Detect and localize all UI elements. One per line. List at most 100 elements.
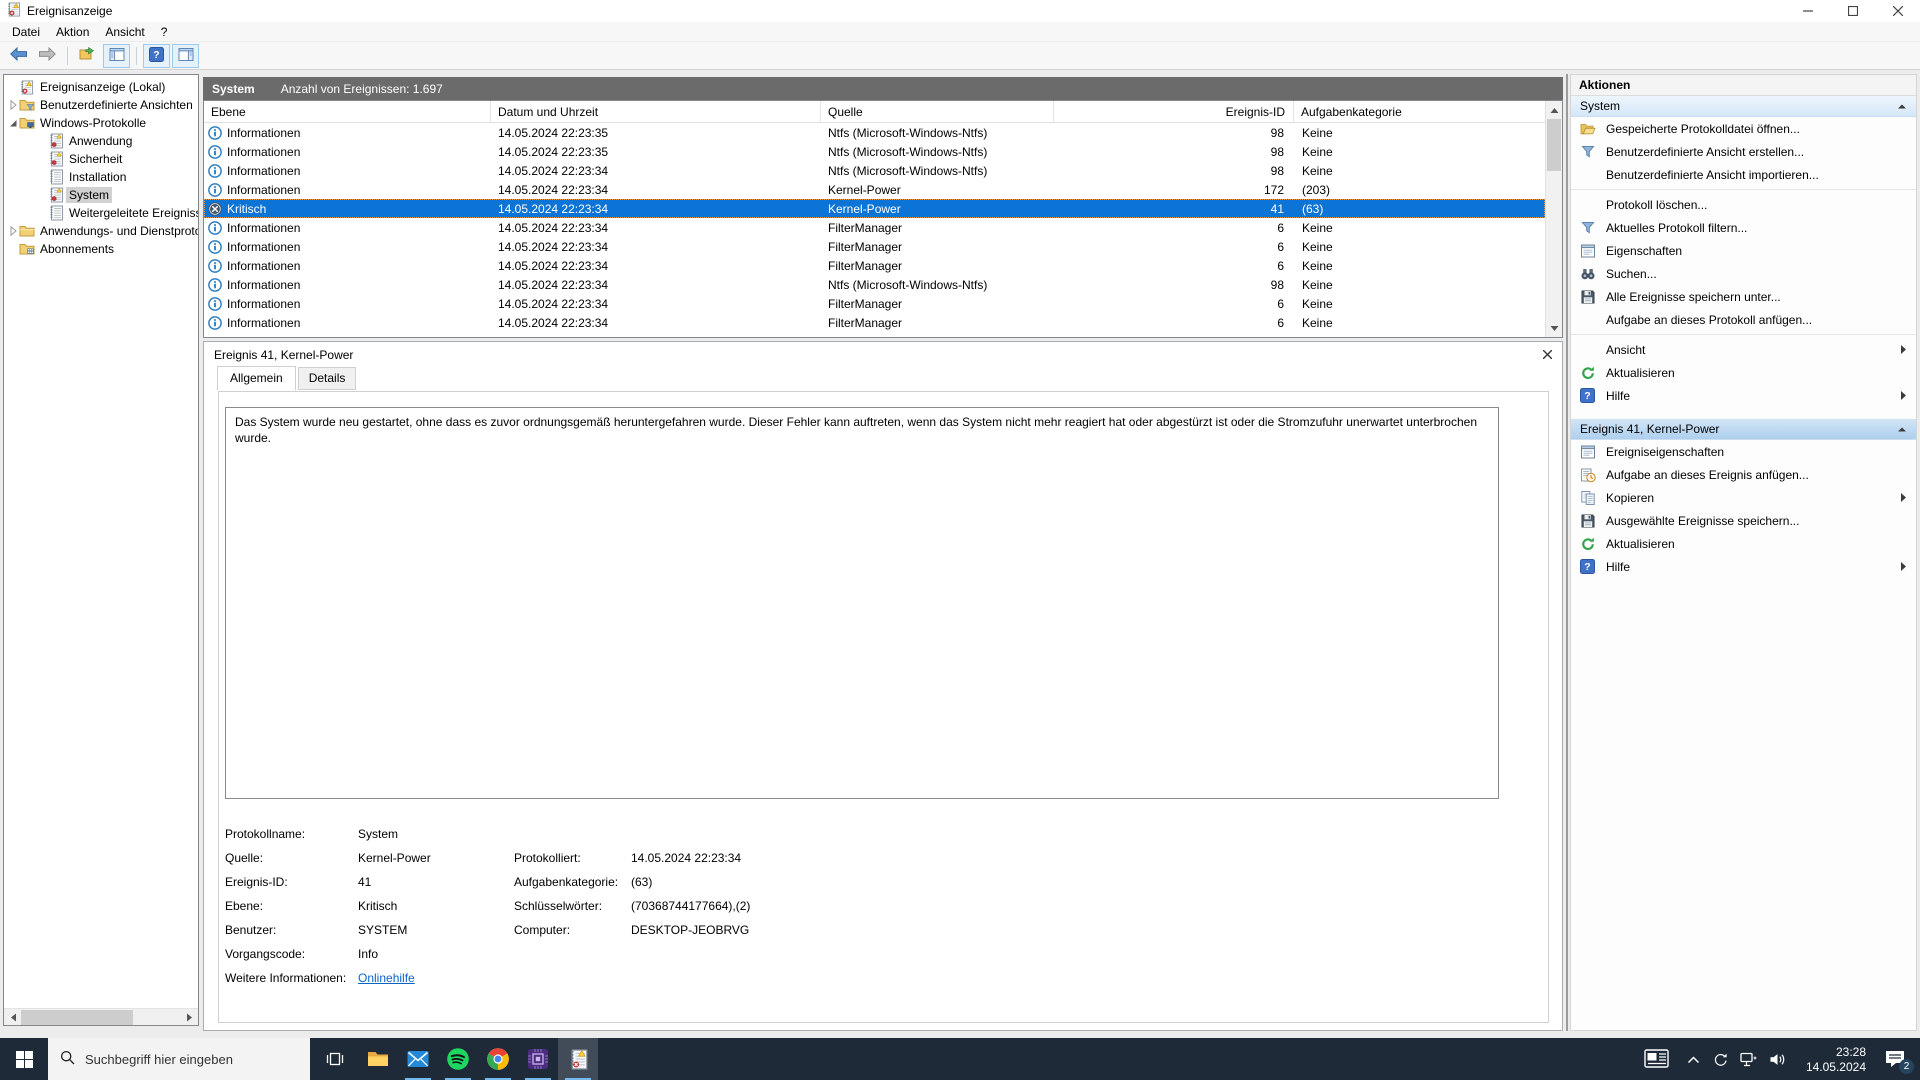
tree-item[interactable]: Sicherheit [6,150,198,168]
menu-ansicht[interactable]: Ansicht [97,22,152,42]
action-item[interactable]: Ereigniseigenschaften [1571,440,1916,463]
table-row[interactable]: Informationen 14.05.2024 22:23:34 FilterMa… [204,218,1545,237]
table-row[interactable]: Informationen 14.05.2024 22:23:34 FilterMa… [204,237,1545,256]
table-row[interactable]: Informationen 14.05.2024 22:23:34 Kernel-P… [204,180,1545,199]
taskbar-app-chrome[interactable] [478,1038,518,1080]
action-item[interactable]: Aufgabe an dieses Protokoll anfügen... [1571,308,1916,331]
table-row[interactable]: Informationen 14.05.2024 22:23:34 FilterMa… [204,256,1545,275]
collapse-arrow-icon[interactable] [1897,425,1907,434]
action-section-header[interactable]: Ereignis 41, Kernel-Power [1571,419,1916,440]
scroll-down-icon[interactable] [1546,320,1562,337]
collapse-arrow-icon[interactable] [1897,102,1907,111]
tree-item[interactable]: Ereignisanzeige (Lokal) [6,78,198,96]
volume-icon[interactable] [1762,1038,1792,1080]
table-row[interactable]: Informationen 14.05.2024 22:23:35 Ntfs (Mi… [204,142,1545,161]
event-id-cell: 98 [1270,277,1284,292]
chevron-collapsed-icon[interactable] [6,99,19,111]
action-item[interactable]: Ausgewählte Ereignisse speichern... [1571,509,1916,532]
table-vertical-scrollbar[interactable] [1545,101,1562,337]
action-item[interactable]: Aktualisieren [1571,532,1916,555]
taskbar-app-chip-app[interactable] [518,1038,558,1080]
widgets-icon[interactable] [1633,1038,1679,1080]
level-cell: Informationen [227,277,301,292]
action-section-header[interactable]: System [1571,96,1916,117]
action-item[interactable]: Alle Ereignisse speichern unter... [1571,285,1916,308]
action-item[interactable]: Kopieren [1571,486,1916,509]
action-center-icon[interactable]: 2 [1870,1038,1920,1080]
table-header: Ebene Datum und Uhrzeit Quelle Ereignis-… [204,101,1545,123]
menu-aktion[interactable]: Aktion [48,22,97,42]
onlinehilfe-link[interactable]: Onlinehilfe [358,971,415,985]
detail-close-icon[interactable] [1542,348,1553,362]
tree-item[interactable]: Benutzerdefinierte Ansichten [6,96,198,114]
action-item[interactable]: ? Hilfe [1571,555,1916,578]
hidden-icons-chevron-icon[interactable] [1679,1038,1707,1080]
back-button[interactable] [5,44,32,68]
event-id-cell: 172 [1263,182,1284,197]
maximize-button[interactable] [1830,0,1875,22]
column-header-aufgabenkategorie[interactable]: Aufgabenkategorie [1294,101,1545,122]
table-row[interactable]: Informationen 14.05.2024 22:23:34 Ntfs (Mi… [204,275,1545,294]
taskbar-app-file-explorer[interactable] [358,1038,398,1080]
taskbar-app-spotify[interactable] [438,1038,478,1080]
table-row[interactable]: Informationen 14.05.2024 22:23:34 FilterMa… [204,313,1545,332]
actions-header: Aktionen [1571,75,1916,96]
tab-details[interactable]: Details [297,367,357,390]
menu-datei[interactable]: Datei [4,22,48,42]
action-item[interactable]: Benutzerdefinierte Ansicht erstellen... [1571,140,1916,163]
panel-splitter[interactable] [1566,74,1568,1031]
action-item[interactable]: Eigenschaften [1571,239,1916,262]
action-item[interactable]: Benutzerdefinierte Ansicht importieren..… [1571,163,1916,186]
task-view-button[interactable] [312,1038,358,1080]
column-header-ereignis-id[interactable]: Ereignis-ID [1054,101,1294,122]
show-console-tree-button[interactable] [103,43,130,68]
minimize-button[interactable] [1785,0,1830,22]
tree-item[interactable]: Abonnements [6,240,198,258]
tree-horizontal-scrollbar[interactable] [4,1008,198,1025]
table-row[interactable]: Informationen 14.05.2024 22:23:35 Ntfs (Mi… [204,123,1545,142]
action-item[interactable]: Aktuelles Protokoll filtern... [1571,216,1916,239]
action-item[interactable]: Aufgabe an dieses Ereignis anfügen... [1571,463,1916,486]
tree-item[interactable]: Anwendung [6,132,198,150]
action-item[interactable]: ? Hilfe [1571,384,1916,407]
chevron-expanded-icon[interactable] [6,117,19,129]
table-row[interactable]: Informationen 14.05.2024 22:23:34 Ntfs (Mi… [204,161,1545,180]
close-button[interactable] [1875,0,1920,22]
category-cell: Keine [1302,220,1333,235]
show-action-pane-button[interactable] [172,43,199,68]
scroll-up-icon[interactable] [1546,101,1562,118]
action-item[interactable]: Suchen... [1571,262,1916,285]
tree-item[interactable]: System [6,186,198,204]
action-item[interactable]: Gespeicherte Protokolldatei öffnen... [1571,117,1916,140]
action-item[interactable]: Protokoll löschen... [1571,193,1916,216]
tree-item[interactable]: Installation [6,168,198,186]
forward-button[interactable] [34,44,61,68]
network-icon[interactable] [1734,1038,1762,1080]
taskbar-search[interactable]: Suchbegriff hier eingeben [48,1038,310,1080]
column-header-ebene[interactable]: Ebene [204,101,491,122]
scroll-right-icon[interactable] [181,1009,198,1025]
taskbar-clock[interactable]: 23:28 14.05.2024 [1792,1038,1870,1080]
start-button[interactable] [0,1038,48,1080]
table-row[interactable]: Informationen 14.05.2024 22:23:34 FilterMa… [204,294,1545,313]
taskbar-app-mail[interactable] [398,1038,438,1080]
tree-item[interactable]: Anwendungs- und Dienstprotokolle [6,222,198,240]
scrollbar-thumb[interactable] [21,1010,133,1025]
menu-hilfe[interactable]: ? [153,22,176,42]
tree-item[interactable]: Windows-Protokolle [6,114,198,132]
column-header-quelle[interactable]: Quelle [821,101,1054,122]
action-item[interactable]: Ansicht [1571,338,1916,361]
chevron-collapsed-icon[interactable] [6,225,19,237]
sync-icon[interactable] [1707,1038,1734,1080]
tree-item[interactable]: Weitergeleitete Ereignisse [6,204,198,222]
help-button[interactable]: ? [143,43,170,68]
scrollbar-thumb[interactable] [1547,119,1561,171]
task-icon [1580,467,1597,483]
table-row[interactable]: Kritisch 14.05.2024 22:23:34 Kernel-Power 4… [204,199,1545,218]
export-button[interactable] [74,44,101,68]
column-header-datum[interactable]: Datum und Uhrzeit [491,101,821,122]
taskbar-app-event-viewer[interactable] [558,1038,598,1080]
scroll-left-icon[interactable] [4,1009,21,1025]
tab-allgemein[interactable]: Allgemein [217,366,296,391]
action-item[interactable]: Aktualisieren [1571,361,1916,384]
